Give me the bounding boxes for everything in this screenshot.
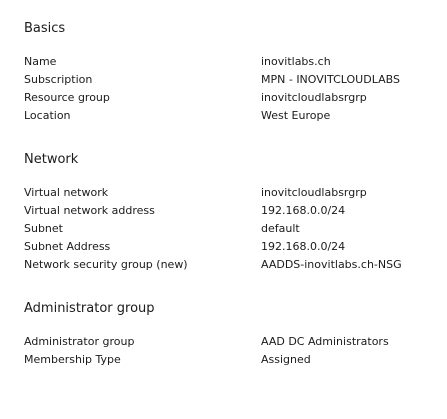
row-label: Subscription [24,73,93,86]
row-value: MPN - INOVITCLOUDLABS [261,73,400,86]
row-subnet: Subnet default [24,220,434,238]
row-label: Name [24,55,57,68]
section-title-network: Network [24,152,79,167]
row-virtual-network-address: Virtual network address 192.168.0.0/24 [24,202,434,220]
row-value: 192.168.0.0/24 [261,240,346,253]
row-label: Network security group (new) [24,258,188,271]
section-title-basics: Basics [24,21,66,36]
row-name: Name inovitlabs.ch [24,53,434,71]
row-label: Virtual network [24,186,109,199]
row-membership-type: Membership Type Assigned [24,351,434,369]
row-label: Membership Type [24,353,121,366]
row-value: Assigned [261,353,311,366]
row-label: Subnet Address [24,240,111,253]
row-network-security-group: Network security group (new) AADDS-inovi… [24,256,434,274]
row-virtual-network: Virtual network inovitcloudlabsrgrp [24,184,434,202]
section-title-administrator-group: Administrator group [24,301,155,316]
row-subscription: Subscription MPN - INOVITCLOUDLABS [24,71,434,89]
row-value: AADDS-inovitlabs.ch-NSG [261,258,402,271]
row-location: Location West Europe [24,107,434,125]
row-label: Resource group [24,91,110,104]
row-value: inovitlabs.ch [261,55,331,68]
row-label: Subnet [24,222,63,235]
row-value: default [261,222,300,235]
row-value: AAD DC Administrators [261,335,389,348]
row-value: inovitcloudlabsrgrp [261,91,367,104]
row-administrator-group: Administrator group AAD DC Administrator… [24,333,434,351]
row-value: West Europe [261,109,331,122]
row-subnet-address: Subnet Address 192.168.0.0/24 [24,238,434,256]
row-label: Administrator group [24,335,135,348]
row-value: inovitcloudlabsrgrp [261,186,367,199]
row-value: 192.168.0.0/24 [261,204,346,217]
row-label: Location [24,109,71,122]
row-label: Virtual network address [24,204,155,217]
row-resource-group: Resource group inovitcloudlabsrgrp [24,89,434,107]
